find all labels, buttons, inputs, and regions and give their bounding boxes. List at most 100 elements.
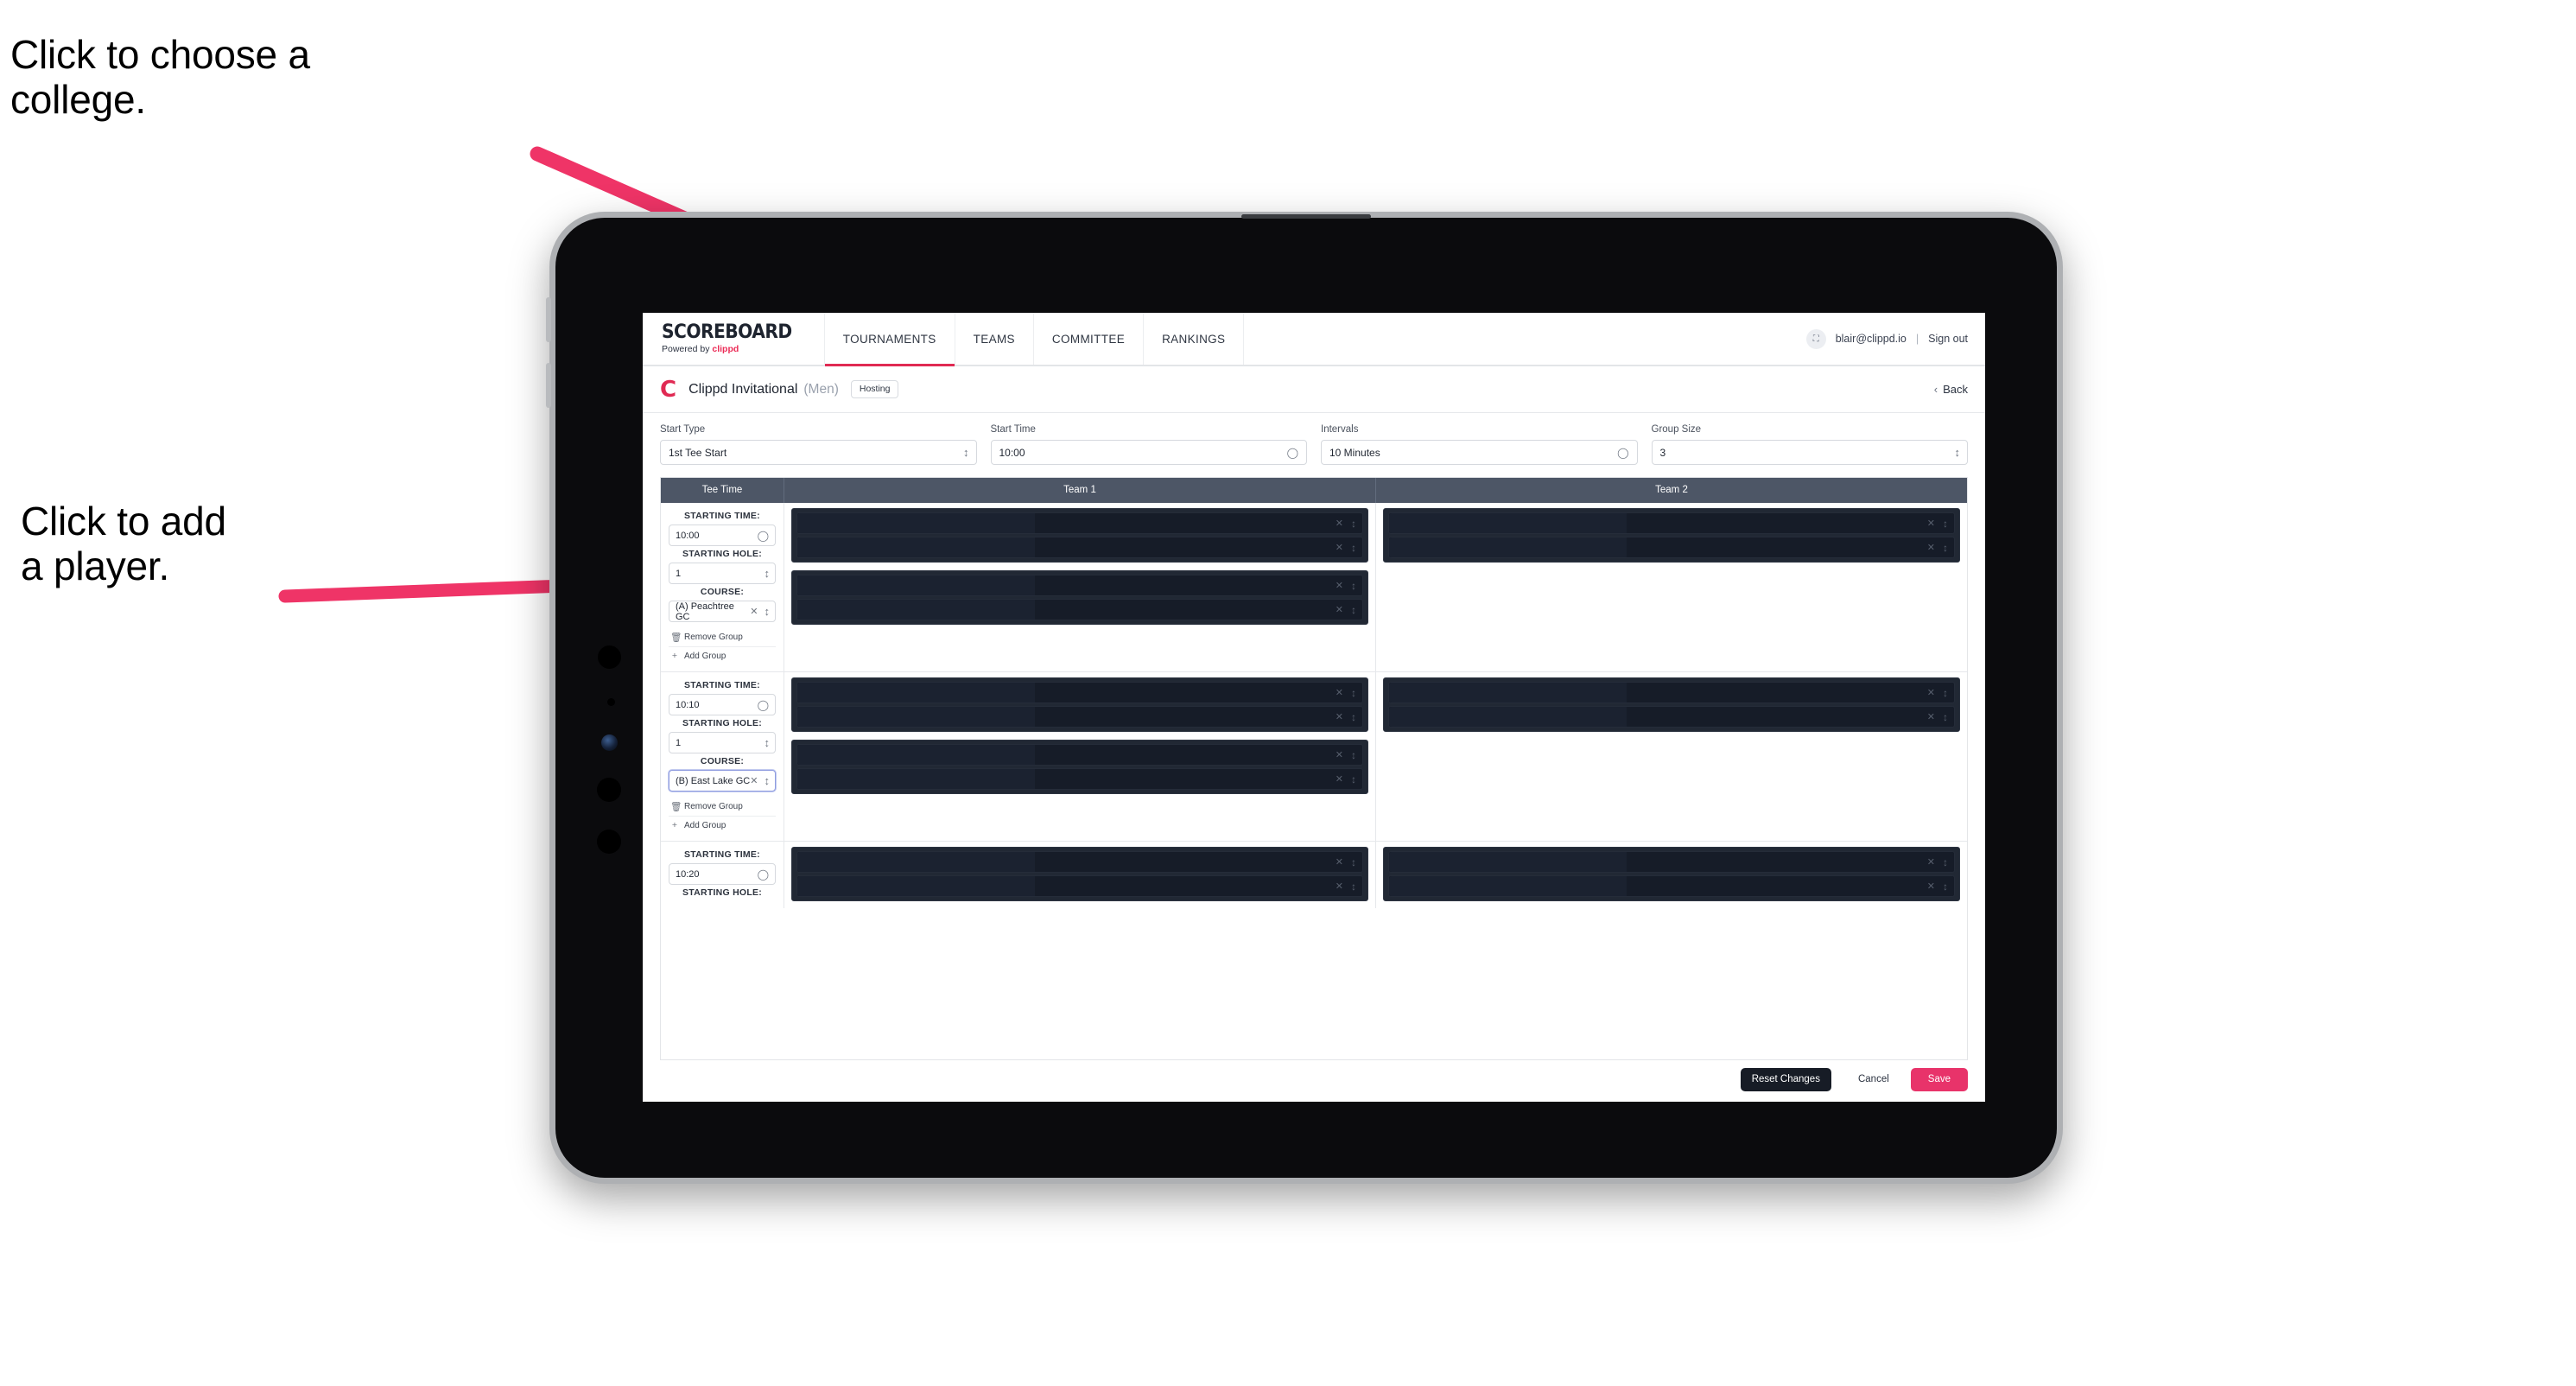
cancel-button[interactable]: Cancel (1847, 1068, 1900, 1092)
close-icon[interactable]: ✕ (750, 775, 758, 786)
add-group-button[interactable]: + Add Group (669, 817, 776, 834)
plus-icon: + (671, 651, 678, 661)
back-button[interactable]: ‹ Back (1934, 383, 1968, 396)
clock-icon[interactable]: ◯ (758, 700, 769, 710)
stepper-icon[interactable]: ↕ (1943, 856, 1948, 868)
add-group-button[interactable]: + Add Group (669, 647, 776, 664)
stepper-icon[interactable]: ↕ (1943, 542, 1948, 554)
starting-hole-input[interactable]: 1 ↕ (669, 563, 776, 584)
starting-time-input[interactable]: 10:20 ◯ (669, 863, 776, 885)
nav-tab-rankings[interactable]: RANKINGS (1144, 313, 1245, 365)
close-icon[interactable]: ✕ (1336, 881, 1343, 892)
stepper-icon[interactable]: ↕ (1943, 518, 1948, 530)
close-icon[interactable]: ✕ (1927, 881, 1935, 892)
close-icon[interactable]: ✕ (1336, 518, 1343, 529)
player-slot[interactable]: ✕ ↕ (1388, 875, 1955, 897)
nav-tab-committee[interactable]: COMMITTEE (1034, 313, 1145, 365)
player-slot[interactable]: ✕ ↕ (796, 768, 1363, 790)
player-slot[interactable]: ✕ ↕ (796, 706, 1363, 728)
volume-up-button[interactable] (546, 297, 551, 342)
nav-tab-tournaments[interactable]: TOURNAMENTS (824, 313, 955, 366)
brand-sub-clippd: clippd (712, 344, 739, 355)
stepper-icon[interactable]: ↕ (1351, 604, 1356, 616)
close-icon[interactable]: ✕ (750, 606, 758, 617)
reset-changes-button[interactable]: Reset Changes (1740, 1067, 1831, 1091)
clock-icon[interactable]: ◯ (758, 531, 769, 541)
stepper-icon[interactable]: ↕ (1943, 687, 1948, 699)
stepper-icon[interactable]: ↕ (1351, 711, 1356, 723)
field-label: Intervals (1321, 424, 1359, 435)
clock-icon[interactable]: ◯ (1617, 448, 1628, 458)
close-icon[interactable]: ✕ (1336, 604, 1343, 615)
trash-icon: 🗑 (670, 802, 682, 812)
player-slot[interactable]: ✕ ↕ (1388, 706, 1955, 728)
course-select[interactable]: (A) Peachtree GC ✕ ↕ (669, 601, 776, 622)
close-icon[interactable]: ✕ (1336, 773, 1343, 785)
close-icon[interactable]: ✕ (1927, 856, 1935, 868)
player-slot[interactable]: ✕ ↕ (1388, 682, 1955, 703)
close-icon[interactable]: ✕ (1336, 580, 1343, 591)
intervals-input[interactable]: 10 Minutes ◯ (1321, 440, 1638, 465)
stepper-icon[interactable]: ↕ (1943, 711, 1948, 723)
stepper-icon[interactable]: ↕ (765, 775, 770, 786)
player-slot[interactable]: ✕ ↕ (796, 537, 1363, 558)
nav-tab-label: COMMITTEE (1051, 332, 1126, 346)
nav-tab-teams[interactable]: TEAMS (955, 313, 1034, 365)
remove-group-button[interactable]: 🗑 Remove Group (669, 628, 776, 647)
close-icon[interactable]: ✕ (1336, 711, 1343, 722)
player-slot[interactable]: ✕ ↕ (1388, 537, 1955, 558)
tournament-header-bar: C Clippd Invitational (Men) Hosting ‹ Ba… (643, 366, 1985, 413)
stepper-icon[interactable]: ↕ (1351, 518, 1356, 530)
stepper-icon[interactable]: ↕ (1351, 687, 1356, 699)
starting-hole-input[interactable]: 1 ↕ (669, 732, 776, 753)
player-slot[interactable]: ✕ ↕ (796, 682, 1363, 703)
sign-out-link[interactable]: Sign out (1928, 333, 1968, 345)
player-slot[interactable]: ✕ ↕ (1388, 851, 1955, 873)
user-icon[interactable]: ⛶ (1805, 328, 1826, 349)
stepper-icon[interactable]: ↕ (1351, 542, 1356, 554)
player-slot[interactable]: ✕ ↕ (796, 575, 1363, 596)
nav-tab-label: TEAMS (973, 332, 1015, 346)
player-slot[interactable]: ✕ ↕ (796, 512, 1363, 534)
player-slot[interactable]: ✕ ↕ (796, 599, 1363, 620)
stepper-icon[interactable]: ↕ (1955, 447, 1960, 458)
stepper-icon[interactable]: ↕ (963, 447, 968, 458)
stepper-icon[interactable]: ↕ (765, 568, 770, 579)
tablet-device: SCOREBOARD Powered by clippd TOURNAMENTS… (546, 212, 2063, 1184)
close-icon[interactable]: ✕ (1336, 856, 1343, 868)
clock-icon[interactable]: ◯ (1287, 448, 1298, 458)
stepper-icon[interactable]: ↕ (1351, 749, 1356, 761)
course-select[interactable]: (B) East Lake GC ✕ ↕ (669, 770, 776, 792)
volume-down-button[interactable] (546, 363, 551, 408)
stepper-icon[interactable]: ↕ (765, 737, 770, 748)
stepper-icon[interactable]: ↕ (1943, 881, 1948, 893)
player-slot[interactable]: ✕ ↕ (796, 875, 1363, 897)
player-slot[interactable]: ✕ ↕ (1388, 512, 1955, 534)
close-icon[interactable]: ✕ (1336, 687, 1343, 698)
starting-time-input[interactable]: 10:00 ◯ (669, 525, 776, 546)
group-size-select[interactable]: 3 ↕ (1651, 440, 1968, 465)
save-button[interactable]: Save (1910, 1067, 1968, 1091)
sensor-dot (607, 698, 615, 706)
start-time-input[interactable]: 10:00 ◯ (990, 440, 1307, 465)
close-icon[interactable]: ✕ (1336, 542, 1343, 553)
close-icon[interactable]: ✕ (1927, 518, 1935, 529)
starting-time-input[interactable]: 10:10 ◯ (669, 694, 776, 715)
table-row: STARTING TIME: 10:00 ◯ STARTING HOLE: 1 ↕ COUR… (661, 503, 1967, 672)
start-type-select[interactable]: 1st Tee Start ↕ (660, 440, 977, 465)
close-icon[interactable]: ✕ (1336, 749, 1343, 760)
stepper-icon[interactable]: ↕ (1351, 773, 1356, 785)
clock-icon[interactable]: ◯ (758, 869, 769, 880)
stepper-icon[interactable]: ↕ (1351, 856, 1356, 868)
close-icon[interactable]: ✕ (1927, 542, 1935, 553)
remove-group-button[interactable]: 🗑 Remove Group (669, 798, 776, 817)
stepper-icon[interactable]: ↕ (765, 606, 770, 617)
close-icon[interactable]: ✕ (1927, 711, 1935, 722)
player-slot[interactable]: ✕ ↕ (796, 744, 1363, 766)
close-icon[interactable]: ✕ (1927, 687, 1935, 698)
stepper-icon[interactable]: ↕ (1351, 881, 1356, 893)
player-slot[interactable]: ✕ ↕ (796, 851, 1363, 873)
stepper-icon[interactable]: ↕ (1351, 580, 1356, 592)
brand-logo[interactable]: SCOREBOARD Powered by clippd (643, 313, 825, 365)
player-name-redacted (1389, 876, 1627, 896)
